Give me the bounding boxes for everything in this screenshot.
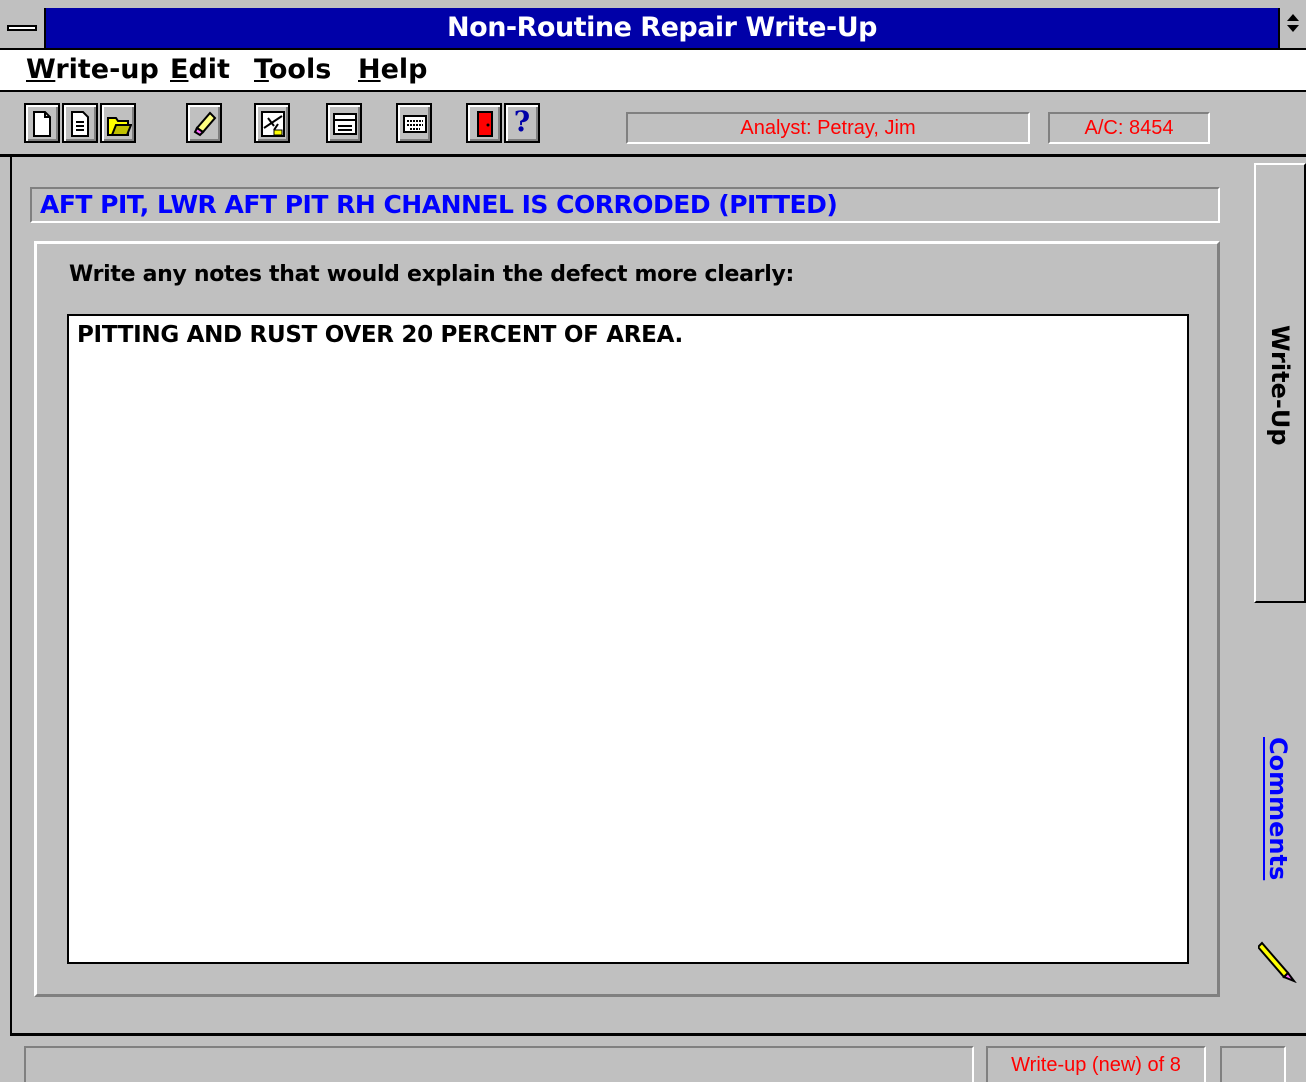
view-button[interactable]	[62, 103, 98, 143]
help-button[interactable]: ?	[504, 103, 540, 143]
menu-help-accel: H	[358, 54, 381, 85]
menu-tools-accel: T	[254, 54, 269, 85]
status-message	[24, 1046, 974, 1082]
menu-bar: Write-up Edit Tools Help	[0, 50, 1306, 92]
record-indicator: Write-up (new) of 8	[986, 1046, 1206, 1082]
eraser-icon	[193, 111, 217, 137]
new-document-icon	[33, 111, 51, 137]
menu-edit-accel: E	[170, 54, 189, 85]
keyboard-button[interactable]	[396, 103, 432, 143]
defect-title: AFT PIT, LWR AFT PIT RH CHANNEL IS CORRO…	[30, 187, 1220, 223]
title-bar: Non-Routine Repair Write-Up	[0, 8, 1306, 50]
exit-button[interactable]	[466, 103, 502, 143]
menu-help-label: elp	[380, 54, 428, 85]
menu-edit-label: dit	[188, 54, 230, 85]
exit-door-icon	[477, 111, 493, 137]
menu-tools-label: ools	[268, 54, 332, 85]
menu-help[interactable]: Help	[358, 54, 428, 85]
menu-write-up-accel: W	[26, 54, 56, 85]
side-tabs: Write-Up Comments	[1250, 157, 1306, 1033]
erase-button[interactable]	[186, 103, 222, 143]
new-button[interactable]	[24, 103, 60, 143]
status-extra	[1220, 1046, 1286, 1082]
tab-write-up-label: Write-Up	[1266, 325, 1294, 446]
view-document-icon	[71, 111, 89, 137]
notes-prompt: Write any notes that would explain the d…	[69, 262, 794, 287]
status-bar: Write-up (new) of 8	[0, 1036, 1306, 1082]
menu-tools[interactable]: Tools	[254, 54, 331, 85]
keyboard-icon	[403, 115, 427, 133]
menu-write-up-label: rite-up	[55, 54, 159, 85]
analyst-field: Analyst: Petray, Jim	[626, 112, 1030, 144]
open-folder-icon	[107, 117, 132, 136]
notes-textarea[interactable]	[67, 314, 1189, 964]
aircraft-button[interactable]	[254, 103, 290, 143]
main-panel: AFT PIT, LWR AFT PIT RH CHANNEL IS CORRO…	[10, 157, 1260, 1033]
form-button[interactable]	[326, 103, 362, 143]
comments-panel: Write any notes that would explain the d…	[34, 241, 1220, 997]
open-button[interactable]	[100, 103, 136, 143]
form-icon	[333, 113, 357, 135]
tab-comments[interactable]: Comments	[1254, 717, 1306, 897]
aircraft-icon	[261, 111, 285, 137]
pencil-icon	[1258, 941, 1297, 983]
application-window: Non-Routine Repair Write-Up Write-up Edi…	[0, 0, 1306, 1082]
restore-button[interactable]	[1278, 8, 1306, 48]
help-icon: ?	[513, 105, 531, 138]
menu-write-up[interactable]: Write-up	[26, 54, 159, 85]
aircraft-field: A/C: 8454	[1048, 112, 1210, 144]
menu-edit[interactable]: Edit	[170, 54, 230, 85]
window-title: Non-Routine Repair Write-Up	[447, 12, 877, 43]
tab-comments-label: Comments	[1264, 737, 1292, 881]
system-menu-button[interactable]	[0, 8, 46, 48]
toolbar: ? Analyst: Petray, Jim A/C: 8454	[0, 92, 1306, 157]
tab-write-up[interactable]: Write-Up	[1254, 163, 1306, 603]
